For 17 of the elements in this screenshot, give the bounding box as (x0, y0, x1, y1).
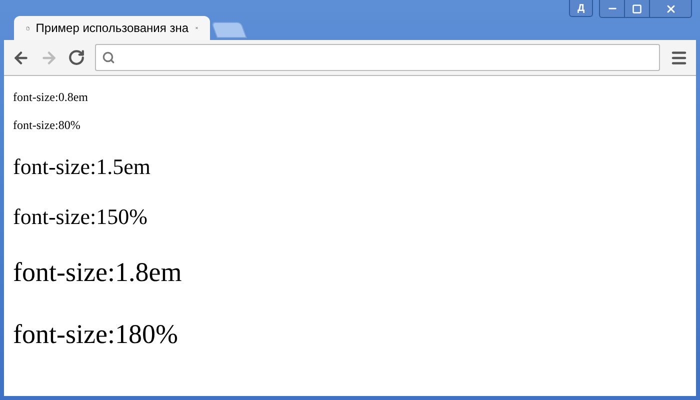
address-field[interactable] (95, 44, 660, 71)
sample-text: font-size:180% (13, 319, 178, 349)
new-tab-button[interactable] (211, 22, 247, 38)
sample-text: font-size:1.8em (13, 257, 182, 287)
tab-title: Пример использования зна (36, 20, 188, 37)
close-icon (664, 2, 676, 14)
back-icon[interactable] (12, 48, 30, 66)
sample-text: font-size:150% (13, 204, 148, 229)
sample-text: font-size:1.5em (13, 154, 150, 179)
browser-tab[interactable]: Пример использования зна (14, 16, 210, 40)
sample-text: font-size:0.8em (13, 90, 88, 104)
maximize-icon (632, 4, 642, 14)
language-indicator: Д (569, 0, 593, 17)
search-icon (102, 51, 115, 64)
sample-text: font-size:80% (13, 118, 80, 132)
reload-icon[interactable] (68, 49, 85, 66)
menu-icon[interactable] (670, 48, 688, 66)
